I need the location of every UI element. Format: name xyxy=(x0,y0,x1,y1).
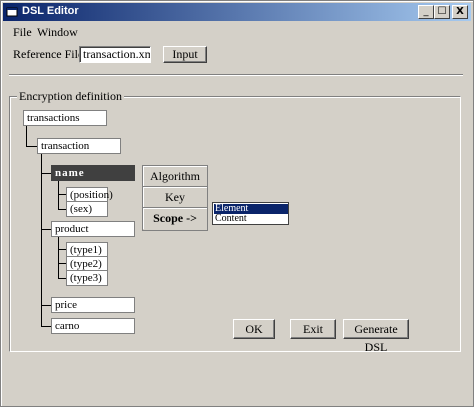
tree-connector xyxy=(58,249,66,250)
tree-connector xyxy=(58,194,66,195)
tree-connector xyxy=(26,146,37,147)
window-title: DSL Editor xyxy=(22,5,79,17)
scope-listbox[interactable]: Element Content xyxy=(212,202,289,225)
tree-connector xyxy=(26,124,27,147)
key-button[interactable]: Key xyxy=(143,187,207,208)
ok-button[interactable]: OK xyxy=(233,319,275,339)
algorithm-button[interactable]: Algorithm xyxy=(143,166,207,187)
input-button[interactable]: Input xyxy=(163,46,207,63)
tree-node-name[interactable]: name xyxy=(51,165,135,181)
separator xyxy=(9,74,463,76)
dsl-editor-window: DSL Editor _ ☐ X File Window Reference F… xyxy=(0,0,474,407)
scope-option-content[interactable]: Content xyxy=(214,214,288,224)
minimize-button[interactable]: _ xyxy=(418,5,434,19)
tree-connector xyxy=(58,237,59,279)
tree-node-carno[interactable]: carno xyxy=(51,318,135,334)
tree-connector xyxy=(41,173,51,174)
app-icon xyxy=(6,7,18,17)
close-button[interactable]: X xyxy=(452,5,468,19)
tree-node-sex[interactable]: (sex) xyxy=(66,201,108,217)
tree-node-product[interactable]: product xyxy=(51,221,135,237)
tree-node-type3[interactable]: (type3) xyxy=(66,270,108,286)
group-title: Encryption definition xyxy=(17,89,124,104)
tree-connector xyxy=(58,181,59,210)
tree-connector xyxy=(58,263,66,264)
exit-button[interactable]: Exit xyxy=(290,319,336,339)
reference-file-label: Reference File: xyxy=(13,47,87,61)
tree-connector xyxy=(41,152,42,326)
maximize-button[interactable]: ☐ xyxy=(434,5,450,19)
tree-node-price[interactable]: price xyxy=(51,297,135,313)
menu-file[interactable]: File xyxy=(13,25,32,40)
generate-dsl-button[interactable]: Generate DSL xyxy=(343,319,409,354)
tree-connector xyxy=(41,305,51,306)
scope-button[interactable]: Scope -> xyxy=(143,208,207,229)
tree-connector xyxy=(58,278,66,279)
tree-connector xyxy=(41,229,51,230)
menu-window[interactable]: Window xyxy=(37,25,78,40)
tree-node-transaction[interactable]: transaction xyxy=(37,138,121,154)
reference-file-input[interactable]: transaction.xml xyxy=(79,46,151,63)
tree-connector xyxy=(58,209,66,210)
tree-connector xyxy=(41,326,51,327)
tree-node-transactions[interactable]: transactions xyxy=(23,110,107,126)
title-bar[interactable]: DSL Editor _ ☐ X xyxy=(3,3,471,21)
node-action-panel: Algorithm Key Scope -> xyxy=(142,165,208,231)
